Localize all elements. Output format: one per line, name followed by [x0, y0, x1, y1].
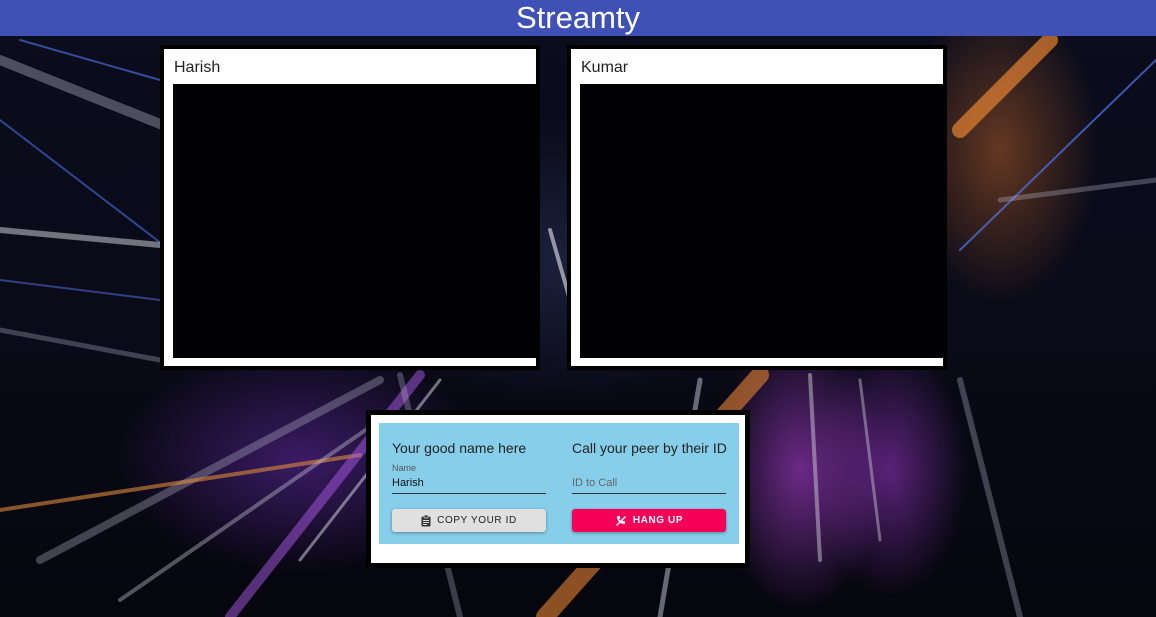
id-to-call-input[interactable]: ID to Call	[572, 471, 726, 494]
call-options-form: Your good name here Name Harish Copy You…	[379, 423, 739, 544]
phone-disabled-icon	[615, 515, 626, 526]
my-video-stream	[173, 84, 539, 358]
peer-video-stream	[580, 84, 946, 358]
peer-video-card: Kumar	[567, 45, 947, 370]
hang-up-label: Hang Up	[632, 515, 684, 526]
name-field-value: Harish	[392, 477, 424, 489]
app-header: Streamty	[0, 0, 1156, 36]
id-to-call-placeholder: ID to Call	[572, 477, 618, 489]
my-video-card: Harish	[160, 45, 540, 370]
make-call-heading: Call your peer by their ID	[572, 440, 727, 456]
my-video-name: Harish	[174, 59, 221, 76]
copy-your-id-label: Copy Your ID	[437, 515, 517, 526]
clipboard-icon	[421, 514, 431, 526]
peer-video-name: Kumar	[581, 59, 629, 76]
call-options-panel: Your good name here Name Harish Copy You…	[366, 410, 750, 568]
copy-your-id-button[interactable]: Copy Your ID	[392, 509, 546, 532]
hang-up-button[interactable]: Hang Up	[572, 509, 726, 532]
name-field[interactable]: Harish	[392, 471, 546, 494]
app-title: Streamty	[515, 0, 641, 35]
account-info-heading: Your good name here	[392, 440, 527, 456]
